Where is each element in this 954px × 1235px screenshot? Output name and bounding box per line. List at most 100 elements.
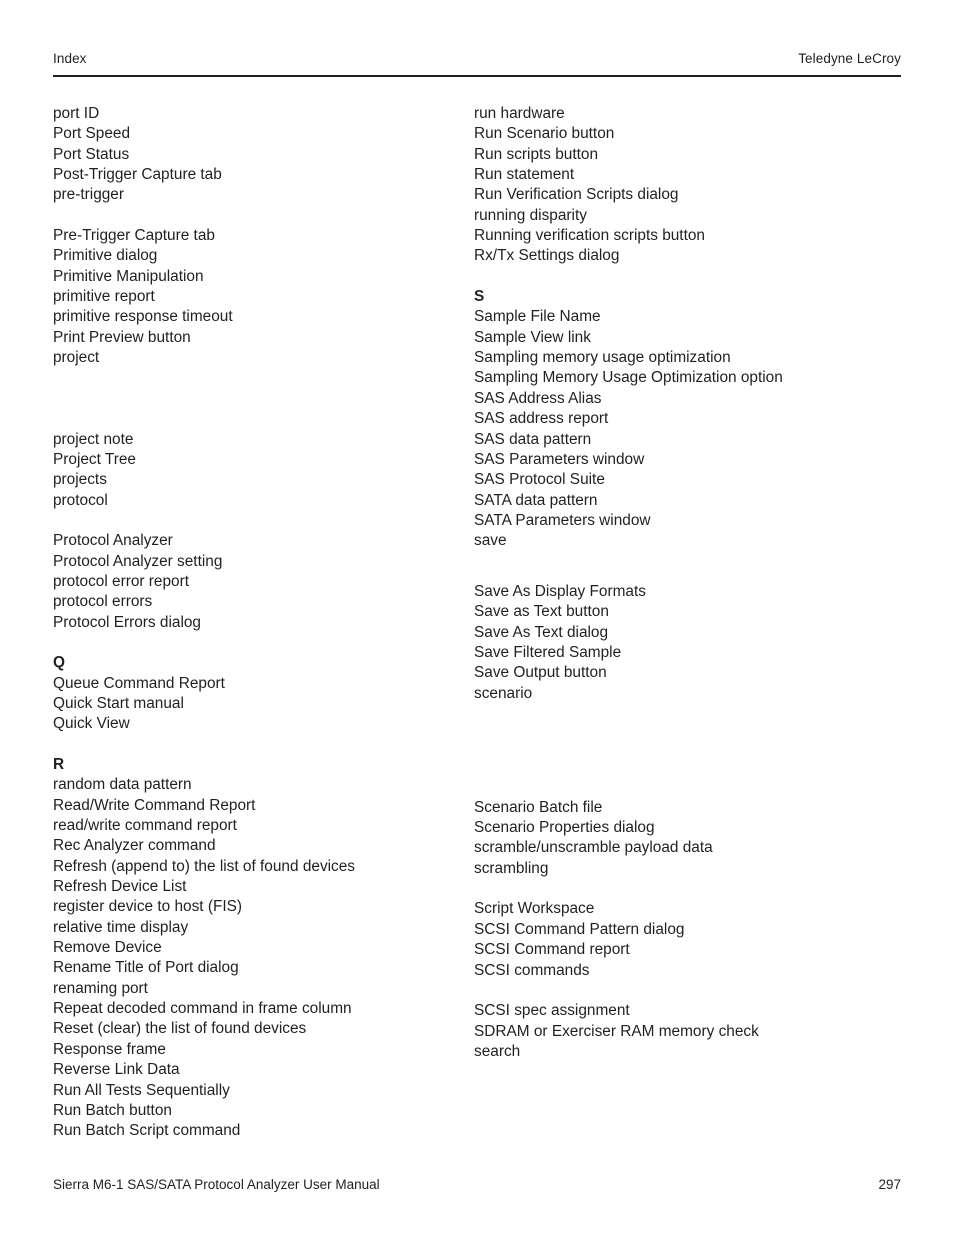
index-entry: Save Filtered Sample bbox=[474, 644, 622, 662]
index-entry: SCSI spec assignment bbox=[474, 1002, 630, 1020]
index-entry-group: Pre-Trigger Capture tab Primitive dialog P… bbox=[53, 226, 453, 368]
index-entry: Rename Title of Port dialog bbox=[53, 959, 239, 977]
index-entry-group: SCSI spec assignment SDRAM or Exerciser R… bbox=[474, 1001, 894, 1062]
index-entry: Reset (clear) the list of found devices bbox=[53, 1020, 307, 1038]
index-spacer bbox=[474, 981, 894, 1001]
header-divider bbox=[53, 75, 901, 77]
index-entry: Run Scenario button bbox=[474, 125, 615, 143]
index-entry: project bbox=[53, 349, 100, 367]
index-entry: Repeat decoded command in frame column bbox=[53, 1000, 352, 1018]
index-entry: Project Tree bbox=[53, 450, 136, 468]
index-entry: Sample View link bbox=[474, 328, 591, 346]
index-entry: Sampling memory usage optimization bbox=[474, 349, 731, 367]
index-entry: Refresh Device List bbox=[53, 878, 187, 896]
index-entry: Primitive Manipulation bbox=[53, 267, 204, 285]
index-entry-group: Protocol Analyzer Protocol Analyzer setti… bbox=[53, 531, 453, 633]
index-entry: Read/Write Command Report bbox=[53, 796, 256, 814]
index-entry: Remove Device bbox=[53, 939, 162, 957]
index-entry: Reverse Link Data bbox=[53, 1061, 180, 1079]
index-entry: scenario bbox=[474, 684, 533, 702]
index-spacer bbox=[474, 267, 894, 287]
index-entry: running disparity bbox=[474, 206, 587, 224]
index-entry: protocol error report bbox=[53, 572, 190, 590]
index-entry: Running verification scripts button bbox=[474, 227, 705, 245]
index-entry: primitive response timeout bbox=[53, 308, 233, 326]
index-spacer bbox=[474, 704, 894, 798]
index-entry: read/write command report bbox=[53, 817, 237, 835]
index-entry: Rec Analyzer command bbox=[53, 837, 216, 855]
index-entry: Quick Start manual bbox=[53, 694, 184, 712]
index-entry: Scenario Batch file bbox=[474, 798, 603, 816]
index-entry-group: project note Project Tree projects protocol bbox=[53, 430, 453, 511]
index-entry: SATA data pattern bbox=[474, 491, 598, 509]
index-spacer bbox=[474, 552, 894, 583]
index-entry: run hardware bbox=[474, 105, 565, 122]
index-spacer bbox=[53, 206, 453, 226]
index-entry: SAS data pattern bbox=[474, 430, 592, 448]
index-spacer bbox=[53, 511, 453, 531]
index-letter-heading-r: R bbox=[53, 756, 65, 774]
index-entry: Response frame bbox=[53, 1040, 166, 1058]
index-entry: SAS Protocol Suite bbox=[474, 471, 605, 489]
index-entry-group: random data pattern Read/Write Command Re… bbox=[53, 775, 453, 1141]
index-entry: Script Workspace bbox=[474, 900, 595, 918]
index-entry: SCSI commands bbox=[474, 961, 590, 979]
index-entry: Protocol Errors dialog bbox=[53, 613, 201, 631]
index-entry: Protocol Analyzer setting bbox=[53, 552, 223, 570]
index-entry: Run Verification Scripts dialog bbox=[474, 186, 679, 204]
index-entry: SAS Parameters window bbox=[474, 450, 645, 468]
index-entry: Primitive dialog bbox=[53, 247, 158, 265]
index-entry: SAS address report bbox=[474, 410, 609, 428]
index-entry: scrambling bbox=[474, 859, 549, 877]
index-entry: primitive report bbox=[53, 288, 155, 306]
index-entry: SAS Address Alias bbox=[474, 389, 602, 407]
index-spacer bbox=[474, 879, 894, 899]
index-entry: Post-Trigger Capture tab bbox=[53, 166, 222, 184]
index-entry: Run statement bbox=[474, 166, 575, 184]
index-entry: scramble/unscramble payload data bbox=[474, 839, 713, 857]
index-entry-group: Queue Command Report Quick Start manual Qu… bbox=[53, 674, 453, 735]
index-entry: Port Speed bbox=[53, 125, 131, 143]
index-entry: SDRAM or Exerciser RAM memory check bbox=[474, 1022, 759, 1040]
index-entry-group: Scenario Batch file Scenario Properties d… bbox=[474, 798, 894, 879]
index-entry: pre-trigger bbox=[53, 186, 124, 204]
index-entry-group: Sample File Name Sample View link Sampling… bbox=[474, 307, 894, 551]
index-entry: Save As Display Formats bbox=[474, 583, 646, 601]
index-entry: Rx/Tx Settings dialog bbox=[474, 247, 620, 265]
index-entry: SCSI Command Pattern dialog bbox=[474, 920, 685, 938]
index-entry-group: port ID Port Speed Port Status Post-Trigger… bbox=[53, 104, 453, 206]
index-entry-group: Script Workspace SCSI Command Pattern dia… bbox=[474, 899, 894, 980]
footer-page-number: 297 bbox=[878, 1177, 901, 1192]
index-entry: port ID bbox=[53, 105, 100, 122]
index-entry: project note bbox=[53, 430, 134, 448]
index-entry: relative time display bbox=[53, 918, 189, 936]
index-entry: protocol errors bbox=[53, 593, 153, 611]
index-entry: SATA Parameters window bbox=[474, 511, 651, 529]
index-entry: Save As Text dialog bbox=[474, 623, 609, 641]
index-entry: SCSI Command report bbox=[474, 941, 630, 959]
index-spacer bbox=[53, 633, 453, 653]
index-entry: Sample File Name bbox=[474, 308, 601, 326]
running-head-right: Teledyne LeCroy bbox=[798, 51, 901, 66]
index-entry: Run Batch button bbox=[53, 1101, 172, 1119]
index-entry-group: Save As Display Formats Save as Text butt… bbox=[474, 582, 894, 704]
index-entry: Refresh (append to) the list of found de… bbox=[53, 857, 356, 875]
index-column-left: port ID Port Speed Port Status Post-Trigger… bbox=[53, 104, 453, 1142]
index-entry: register device to host (FIS) bbox=[53, 898, 243, 916]
index-body: port ID Port Speed Port Status Post-Trigger… bbox=[0, 104, 954, 1139]
index-spacer bbox=[53, 368, 453, 429]
index-entry: Sampling Memory Usage Optimization optio… bbox=[474, 369, 783, 387]
index-entry: search bbox=[474, 1042, 521, 1060]
index-entry: Save Output button bbox=[474, 664, 607, 682]
index-entry: Run scripts button bbox=[474, 145, 599, 163]
index-entry: Port Status bbox=[53, 145, 130, 163]
index-entry: Quick View bbox=[53, 715, 130, 733]
page-footer: Sierra M6-1 SAS/SATA Protocol Analyzer U… bbox=[53, 1176, 901, 1194]
index-letter-heading-s: S bbox=[474, 288, 485, 306]
index-spacer bbox=[53, 735, 453, 755]
index-entry: Scenario Properties dialog bbox=[474, 819, 655, 837]
index-entry: Print Preview button bbox=[53, 328, 191, 346]
index-column-right: run hardware Run Scenario button Run scrip… bbox=[474, 104, 894, 1062]
running-head: Index Teledyne LeCroy bbox=[53, 50, 901, 68]
index-entry: random data pattern bbox=[53, 776, 192, 794]
